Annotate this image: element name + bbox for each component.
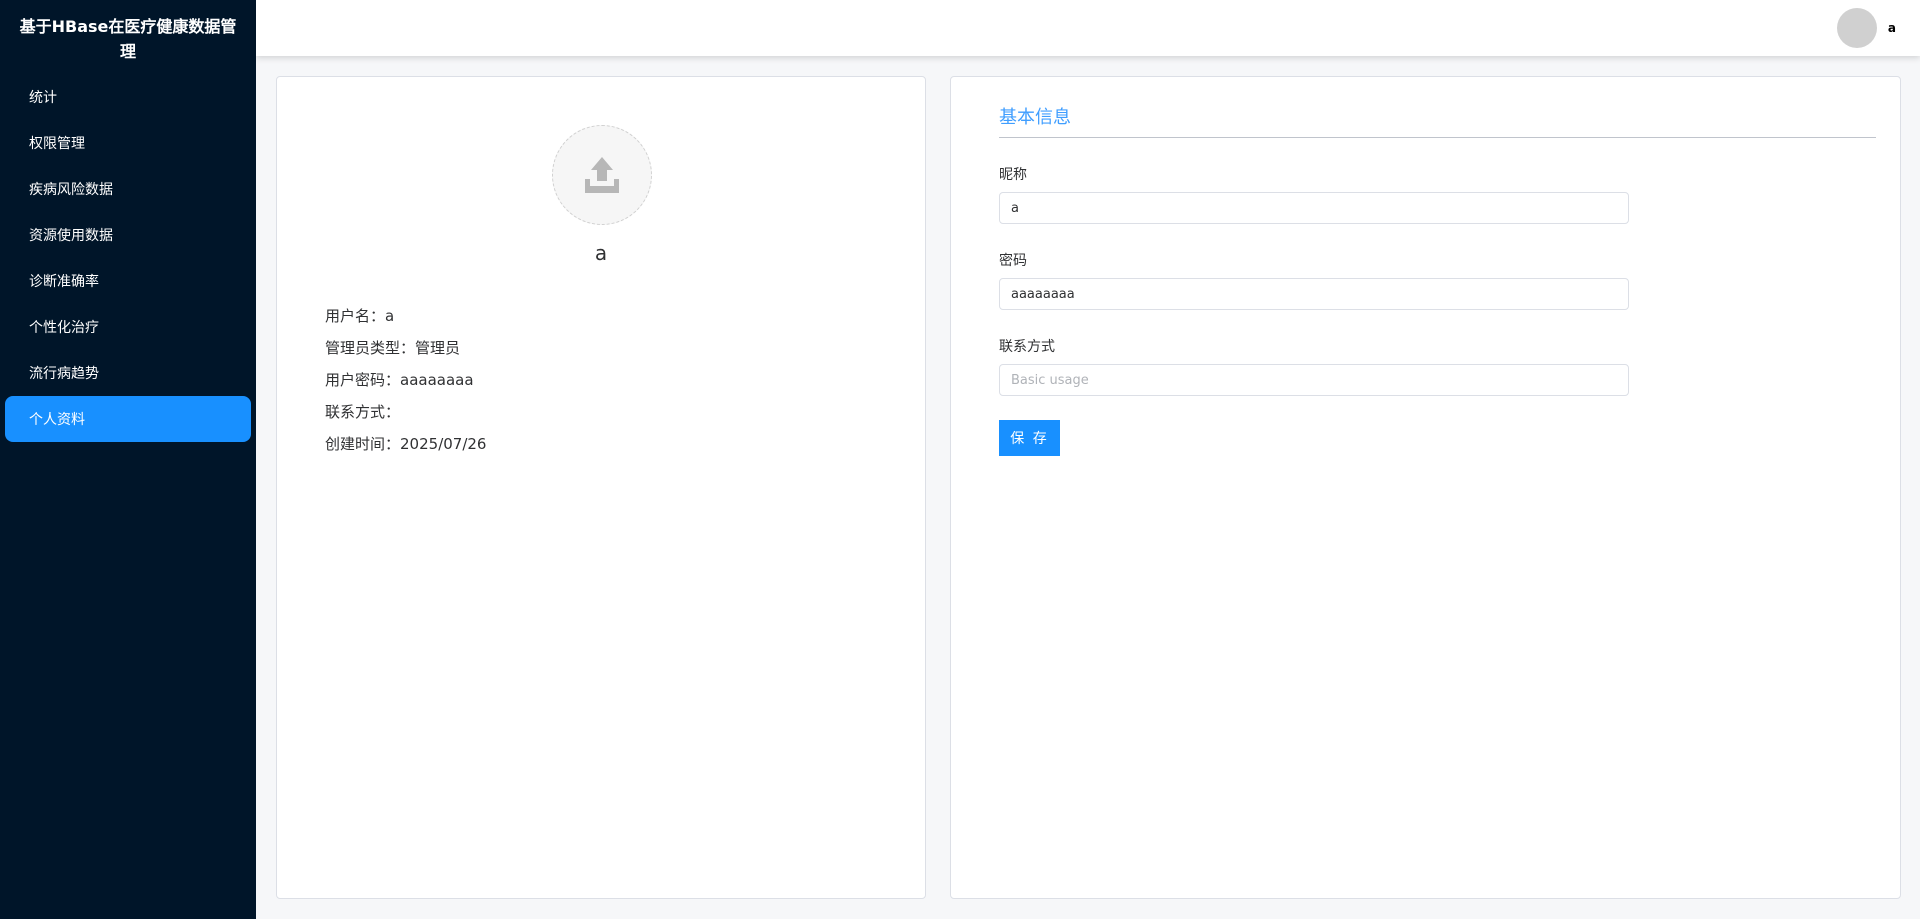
- sidebar-item-label: 个性化治疗: [29, 320, 99, 336]
- sidebar-item-permissions[interactable]: 权限管理: [5, 120, 251, 166]
- sidebar-item-label: 个人资料: [29, 412, 85, 428]
- contact-input[interactable]: [999, 364, 1629, 396]
- info-label: 联系方式：: [325, 403, 401, 421]
- info-value: 2025/07/26: [400, 435, 487, 453]
- header-username: a: [1887, 21, 1896, 35]
- sidebar-item-epidemic-trend[interactable]: 流行病趋势: [5, 350, 251, 396]
- info-row-created-time: 创建时间：2025/07/26: [325, 428, 486, 460]
- sidebar-item-statistics[interactable]: 统计: [5, 74, 251, 120]
- sidebar-item-profile[interactable]: 个人资料: [5, 396, 251, 442]
- info-label: 用户密码：: [325, 371, 401, 389]
- sidebar-item-label: 统计: [29, 90, 57, 106]
- info-value: aaaaaaaa: [400, 371, 474, 389]
- info-label: 创建时间：: [325, 435, 401, 453]
- contact-label: 联系方式: [999, 339, 1055, 355]
- sidebar-item-label: 流行病趋势: [29, 366, 99, 382]
- info-row-username: 用户名：a: [325, 300, 486, 332]
- sidebar-item-label: 权限管理: [29, 136, 85, 152]
- top-header: a: [256, 0, 1920, 56]
- sidebar-item-resource-usage[interactable]: 资源使用数据: [5, 212, 251, 258]
- basic-info-card: 基本信息 昵称 密码 联系方式 保 存: [950, 76, 1901, 899]
- sidebar-item-label: 诊断准确率: [29, 274, 99, 290]
- sidebar-item-label: 疾病风险数据: [29, 182, 113, 198]
- sidebar-menu: 统计 权限管理 疾病风险数据 资源使用数据 诊断准确率 个性化治疗 流行病趋势 …: [0, 74, 256, 442]
- section-title: 基本信息: [999, 107, 1071, 128]
- info-row-contact: 联系方式：: [325, 396, 486, 428]
- sidebar-item-disease-risk[interactable]: 疾病风险数据: [5, 166, 251, 212]
- sidebar-item-label: 资源使用数据: [29, 228, 113, 244]
- profile-name: a: [594, 241, 608, 265]
- sidebar-item-personalized-treatment[interactable]: 个性化治疗: [5, 304, 251, 350]
- user-menu[interactable]: a: [1836, 8, 1896, 48]
- password-input[interactable]: [999, 278, 1629, 310]
- profile-info-list: 用户名：a 管理员类型：管理员 用户密码：aaaaaaaa 联系方式： 创建时间…: [325, 300, 486, 460]
- sidebar-item-diagnosis-accuracy[interactable]: 诊断准确率: [5, 258, 251, 304]
- save-button[interactable]: 保 存: [999, 420, 1060, 456]
- info-row-password: 用户密码：aaaaaaaa: [325, 364, 486, 396]
- section-divider: [999, 137, 1876, 138]
- avatar[interactable]: [1836, 8, 1877, 48]
- info-label: 管理员类型：: [325, 339, 416, 357]
- nickname-input[interactable]: [999, 192, 1629, 224]
- info-label: 用户名：: [325, 307, 386, 325]
- avatar-upload[interactable]: [552, 125, 652, 225]
- upload-icon: [585, 157, 619, 193]
- password-label: 密码: [999, 253, 1027, 269]
- info-row-admin-type: 管理员类型：管理员: [325, 332, 486, 364]
- info-value: a: [385, 307, 395, 325]
- info-value: 管理员: [415, 339, 461, 357]
- profile-card: a 用户名：a 管理员类型：管理员 用户密码：aaaaaaaa 联系方式： 创建…: [276, 76, 926, 899]
- sidebar: 基于HBase在医疗健康数据管理 统计 权限管理 疾病风险数据 资源使用数据 诊…: [0, 0, 256, 919]
- nickname-label: 昵称: [999, 167, 1027, 183]
- app-title: 基于HBase在医疗健康数据管理: [19, 17, 237, 61]
